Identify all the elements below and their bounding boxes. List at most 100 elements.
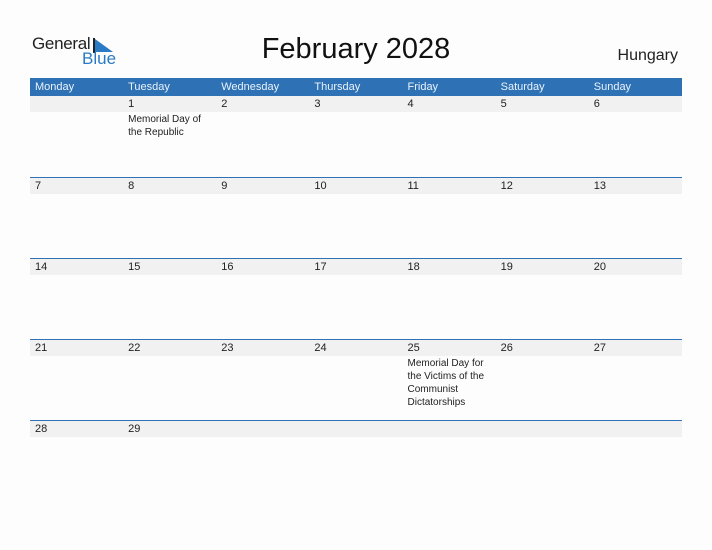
holiday-event [314, 194, 402, 195]
weekday-sunday: Sunday [593, 81, 632, 93]
day-number: 13 [593, 180, 606, 192]
holiday-event [501, 356, 589, 357]
day-number: 5 [500, 98, 507, 110]
day-number: 4 [407, 98, 414, 110]
day-cell: 9 [216, 178, 309, 195]
day-cell: 2 [216, 96, 309, 139]
day-number: 11 [407, 180, 419, 192]
day-cell: 7 [30, 178, 123, 195]
holiday-event [594, 356, 682, 357]
day-number: 21 [35, 342, 48, 354]
holiday-event [314, 356, 402, 357]
holiday-event [35, 112, 123, 113]
day-number: 2 [221, 98, 228, 110]
holiday-event [501, 275, 589, 276]
week-row: 1 Memorial Day of the Republic 2 3 4 5 6 [30, 96, 682, 177]
holiday-event [314, 437, 402, 438]
weekday-saturday: Saturday [500, 81, 545, 93]
day-number: 20 [593, 261, 606, 273]
week-cells: 7 8 9 10 11 12 13 [30, 178, 682, 195]
week-row: 28 29 [30, 420, 682, 460]
day-number: 23 [221, 342, 234, 354]
holiday-event [408, 194, 496, 195]
day-number: 27 [593, 342, 606, 354]
day-number: 6 [593, 98, 600, 110]
day-number: 3 [314, 98, 321, 110]
day-number: 15 [128, 261, 141, 273]
holiday-event [314, 112, 402, 113]
day-cell [589, 421, 682, 438]
country-label: Hungary [617, 47, 678, 64]
holiday-event [594, 194, 682, 195]
day-number [221, 421, 309, 437]
week-cells: 14 15 16 17 18 19 20 [30, 259, 682, 276]
day-number: 14 [35, 261, 48, 273]
holiday-event [501, 437, 589, 438]
day-cell: 4 [403, 96, 496, 139]
day-number: 1 [128, 98, 135, 110]
holiday-event [221, 356, 309, 357]
holiday-event [408, 275, 496, 276]
week-cells: 21 22 23 24 25 Memorial Day for the Victims o… [30, 340, 682, 409]
holiday-event [594, 437, 682, 438]
day-cell [216, 421, 309, 438]
day-cell: 28 [30, 421, 123, 438]
holiday-event [221, 437, 309, 438]
day-cell: 29 [123, 421, 216, 438]
day-number: 7 [35, 180, 42, 192]
day-number: 24 [314, 342, 327, 354]
day-cell: 1 Memorial Day of the Republic [123, 96, 216, 139]
holiday-event [221, 275, 309, 276]
day-cell: 24 [309, 340, 402, 409]
weeks-container: 1 Memorial Day of the Republic 2 3 4 5 6 7 8 9 10 1… [30, 96, 682, 460]
weekday-header: Monday Tuesday Wednesday Thursday Friday… [30, 78, 682, 96]
week-cells: 28 29 [30, 421, 682, 438]
day-cell: 5 [496, 96, 589, 139]
holiday-event [408, 437, 496, 438]
day-cell: 26 [496, 340, 589, 409]
day-number: 28 [35, 423, 48, 435]
holiday-event: Memorial Day for the Victims of the Comm… [407, 358, 485, 408]
day-number: 16 [221, 261, 234, 273]
day-cell: 19 [496, 259, 589, 276]
day-cell [309, 421, 402, 438]
holiday-event [221, 112, 309, 113]
day-number [501, 421, 589, 437]
day-cell: 13 [589, 178, 682, 195]
day-cell: 6 [589, 96, 682, 139]
holiday-event [314, 275, 402, 276]
day-number: 26 [500, 342, 513, 354]
week-row: 21 22 23 24 25 Memorial Day for the Victims o… [30, 339, 682, 420]
holiday-event [221, 194, 309, 195]
holiday-event [128, 437, 216, 438]
day-number: 18 [407, 261, 420, 273]
week-row: 14 15 16 17 18 19 20 [30, 258, 682, 339]
day-cell: 11 [403, 178, 496, 195]
calendar-grid: Monday Tuesday Wednesday Thursday Friday… [30, 78, 682, 460]
day-cell [496, 421, 589, 438]
weekday-monday: Monday [35, 81, 75, 93]
day-cell: 8 [123, 178, 216, 195]
weekday-wednesday: Wednesday [221, 81, 280, 93]
day-cell: 21 [30, 340, 123, 409]
day-number [408, 421, 496, 437]
holiday-event [35, 194, 123, 195]
day-number: 8 [128, 180, 135, 192]
holiday-event [35, 275, 123, 276]
day-cell: 14 [30, 259, 123, 276]
day-number: 19 [500, 261, 513, 273]
holiday-event [35, 437, 123, 438]
holiday-event [128, 356, 216, 357]
day-cell: 23 [216, 340, 309, 409]
holiday-event [35, 356, 123, 357]
day-number [594, 421, 682, 437]
day-number: 9 [221, 180, 228, 192]
weekday-tuesday: Tuesday [128, 81, 170, 93]
day-cell: 16 [216, 259, 309, 276]
day-cell: 20 [589, 259, 682, 276]
holiday-event [408, 112, 496, 113]
holiday-event [128, 194, 216, 195]
holiday-event [594, 112, 682, 113]
weekday-thursday: Thursday [314, 81, 361, 93]
weekday-friday: Friday [407, 81, 439, 93]
